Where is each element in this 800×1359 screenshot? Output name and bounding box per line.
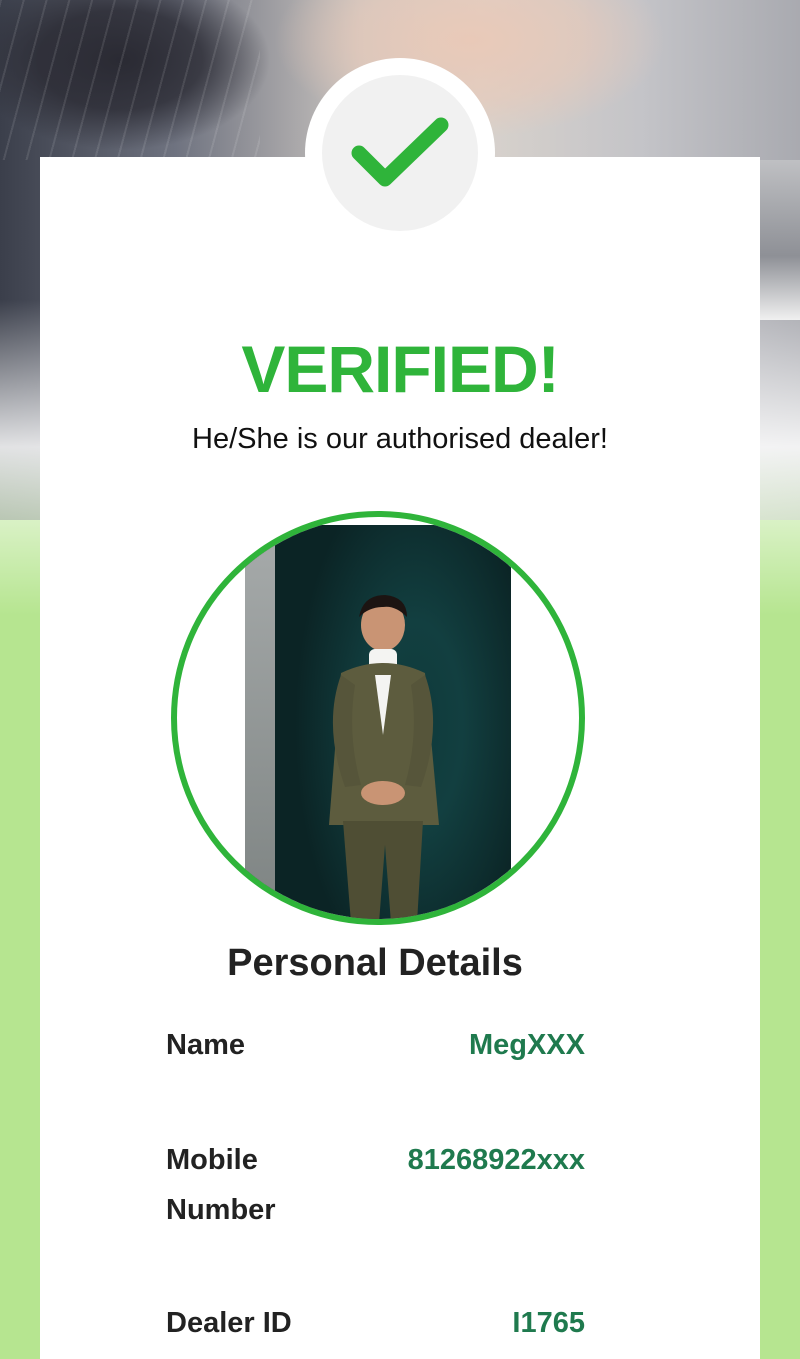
background-pattern xyxy=(0,0,260,160)
verified-subtitle: He/She is our authorised dealer! xyxy=(192,423,608,455)
mobile-number-value: 81268922xxx xyxy=(407,1144,585,1176)
name-label: Name xyxy=(166,1029,245,1061)
mobile-number-label: Mobile Number xyxy=(166,1144,276,1226)
personal-details-heading: Personal Details xyxy=(227,942,523,984)
name-value: MegXXX xyxy=(468,1029,585,1061)
verified-badge xyxy=(305,58,495,248)
dealer-photo-image xyxy=(245,525,511,919)
background-edge xyxy=(760,160,800,320)
dealer-photo xyxy=(171,511,585,925)
dealer-id-label: Dealer ID xyxy=(166,1307,292,1339)
checkmark-icon xyxy=(322,75,478,231)
verified-title: VERIFIED! xyxy=(241,332,559,406)
dealer-id-value: I1765 xyxy=(512,1307,585,1339)
